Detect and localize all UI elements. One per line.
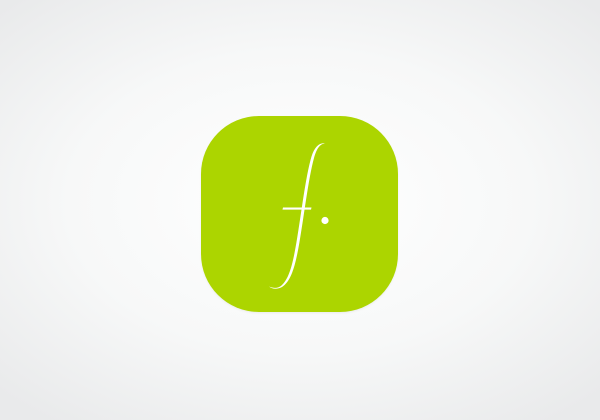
app-icon[interactable] (201, 116, 398, 312)
app-logo-f-icon (201, 116, 398, 312)
f-crossbar (282, 207, 312, 210)
app-icon-background (201, 116, 398, 312)
f-dot (321, 216, 329, 225)
